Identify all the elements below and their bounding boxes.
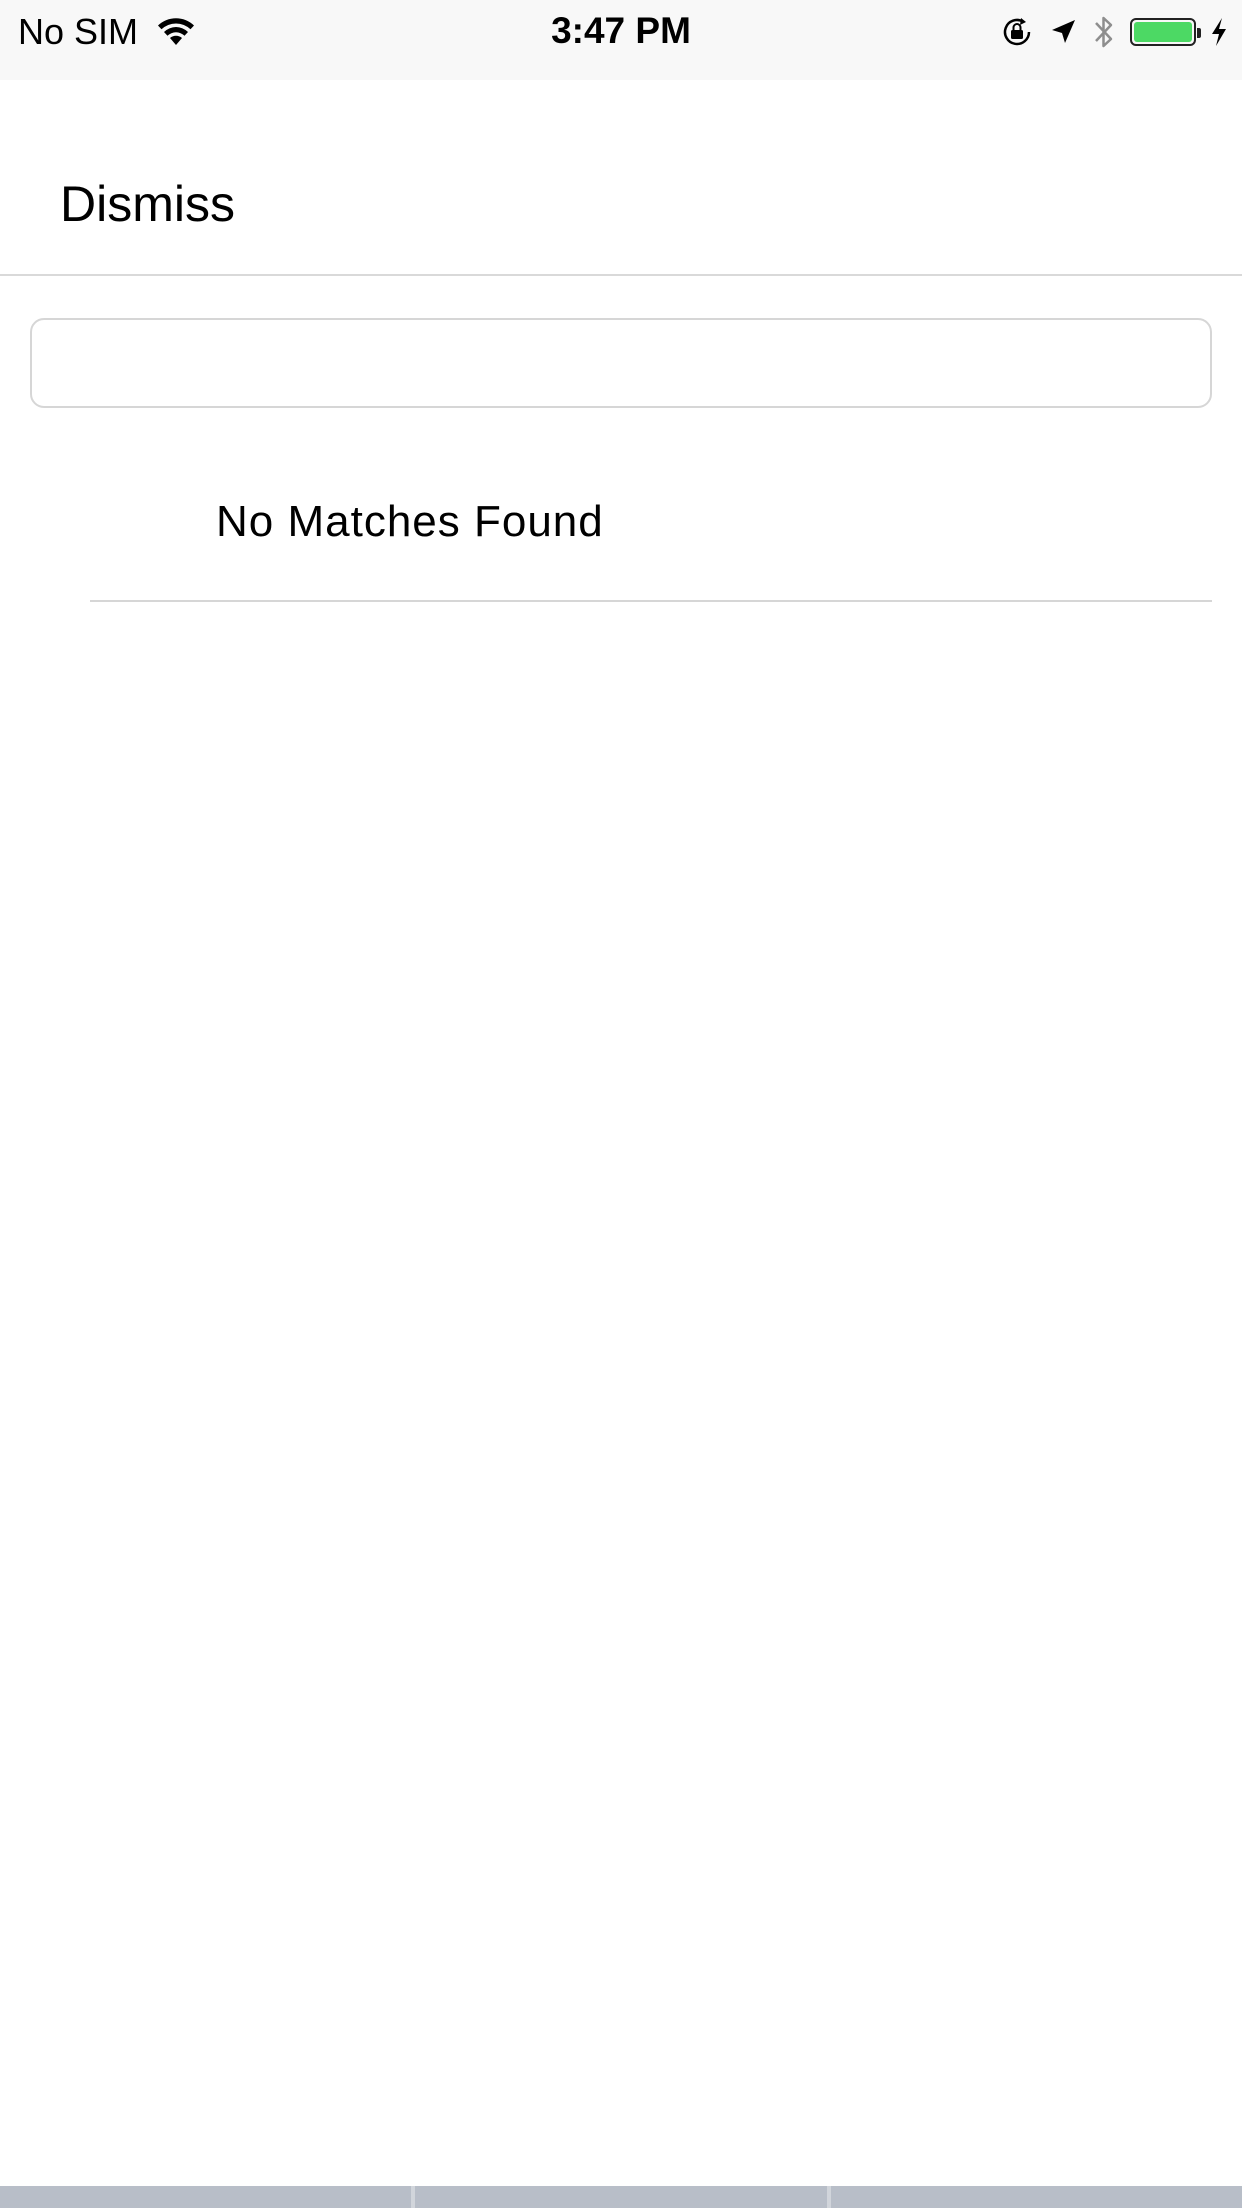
- status-right: [1000, 12, 1228, 52]
- charging-bolt-icon: [1212, 18, 1226, 46]
- search-input[interactable]: [30, 318, 1212, 408]
- battery-icon: [1130, 18, 1201, 46]
- keyboard-key[interactable]: [831, 2186, 1242, 2208]
- orientation-lock-icon: [1003, 18, 1031, 46]
- location-arrow-icon: [1052, 20, 1075, 43]
- keyboard-key[interactable]: [0, 2186, 416, 2208]
- keyboard-peek: [0, 2186, 1242, 2208]
- row-separator: [90, 600, 1212, 602]
- empty-results-row: No Matches Found: [0, 460, 1242, 602]
- dismiss-button[interactable]: Dismiss: [60, 174, 235, 234]
- keyboard-key[interactable]: [415, 2186, 831, 2208]
- bluetooth-icon: [1095, 16, 1113, 48]
- navigation-bar: Dismiss: [0, 80, 1242, 276]
- status-bar: No SIM 3:47 PM: [0, 0, 1242, 80]
- battery-fill: [1134, 22, 1192, 42]
- no-matches-label: No Matches Found: [216, 497, 604, 546]
- battery-cap: [1197, 28, 1201, 38]
